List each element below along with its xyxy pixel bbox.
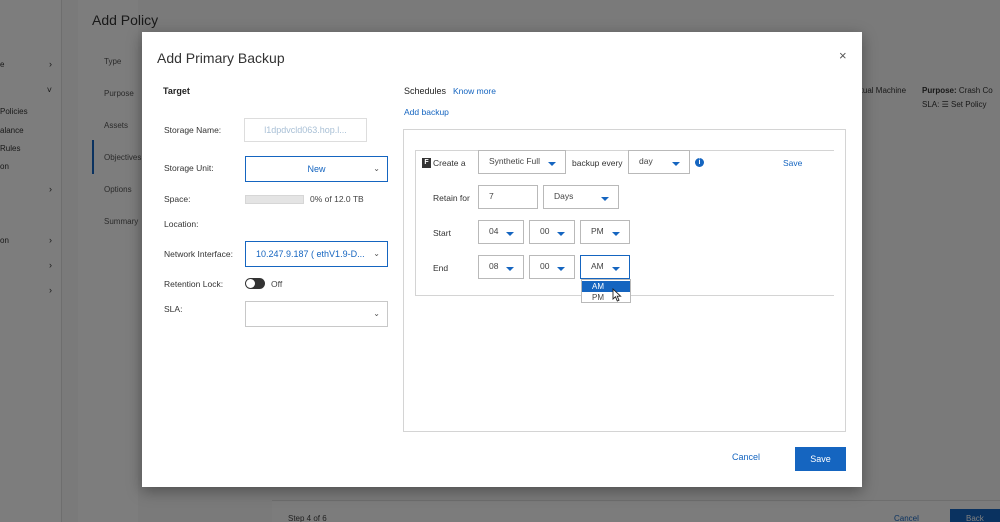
- storage-unit-value: New: [307, 164, 326, 174]
- retain-value-input[interactable]: 7: [478, 185, 538, 209]
- schedule-divider: [415, 150, 416, 296]
- caret-down-icon: [672, 162, 680, 166]
- retention-lock-state: Off: [271, 279, 283, 289]
- create-label: Create a: [433, 158, 466, 168]
- add-backup-link[interactable]: Add backup: [404, 107, 449, 117]
- save-button[interactable]: Save: [795, 447, 846, 471]
- start-ampm-value: PM: [591, 226, 604, 236]
- end-label: End: [433, 263, 449, 273]
- retention-lock-label: Retention Lock:: [164, 279, 224, 289]
- chevron-down-icon: ⌄: [373, 164, 380, 173]
- frequency-select[interactable]: day: [628, 150, 690, 174]
- retention-lock-toggle[interactable]: [245, 278, 265, 289]
- caret-down-icon: [601, 197, 609, 201]
- start-label: Start: [433, 228, 451, 238]
- network-interface-select[interactable]: 10.247.9.187 ( ethV1.9-D... ⌄: [245, 241, 388, 267]
- backup-type-value: Synthetic Full: [489, 156, 541, 166]
- caret-down-icon: [506, 232, 514, 236]
- storage-unit-select[interactable]: New ⌄: [245, 156, 388, 182]
- end-ampm-value: AM: [591, 261, 604, 271]
- close-icon[interactable]: ×: [839, 48, 847, 63]
- add-primary-backup-dialog: Add Primary Backup × Target Storage Name…: [142, 32, 862, 487]
- start-hour-value: 04: [489, 226, 499, 236]
- start-minute-select[interactable]: 00: [529, 220, 575, 244]
- retain-value: 7: [489, 191, 494, 201]
- space-label: Space:: [164, 194, 191, 204]
- retain-label: Retain for: [433, 193, 470, 203]
- backup-every-label: backup every: [572, 158, 623, 168]
- end-minute-value: 00: [540, 261, 550, 271]
- ampm-dropdown-list: AM PM: [581, 279, 631, 303]
- backup-type-select[interactable]: Synthetic Full: [478, 150, 566, 174]
- mouse-pointer-icon: [612, 288, 622, 302]
- ampm-option-am[interactable]: AM: [582, 281, 630, 292]
- caret-down-icon: [557, 267, 565, 271]
- end-hour-select[interactable]: 08: [478, 255, 524, 279]
- chevron-down-icon: ⌄: [373, 249, 380, 258]
- caret-down-icon: [612, 267, 620, 271]
- frequency-value: day: [639, 156, 653, 166]
- end-hour-value: 08: [489, 261, 499, 271]
- retain-unit-value: Days: [554, 191, 574, 201]
- storage-name-label: Storage Name:: [164, 125, 222, 135]
- network-interface-value: 10.247.9.187 ( ethV1.9-D...: [256, 249, 365, 259]
- schedules-heading: Schedules: [404, 86, 447, 96]
- storage-unit-label: Storage Unit:: [164, 163, 214, 173]
- sla-label: SLA:: [164, 304, 183, 314]
- cancel-button[interactable]: Cancel: [732, 452, 760, 462]
- network-interface-label: Network Interface:: [164, 249, 233, 259]
- storage-name-value: l1dpdvcld063.hop.l...: [264, 125, 347, 135]
- start-hour-select[interactable]: 04: [478, 220, 524, 244]
- dialog-title: Add Primary Backup: [157, 50, 285, 66]
- space-usage-bar: [245, 195, 304, 204]
- ampm-option-pm[interactable]: PM: [582, 292, 630, 303]
- caret-down-icon: [612, 232, 620, 236]
- retain-unit-select[interactable]: Days: [543, 185, 619, 209]
- full-backup-icon: F: [422, 158, 431, 168]
- sla-select[interactable]: ⌄: [245, 301, 388, 327]
- target-heading: Target: [163, 86, 190, 96]
- info-icon[interactable]: i: [695, 158, 704, 167]
- start-ampm-select[interactable]: PM: [580, 220, 630, 244]
- end-minute-select[interactable]: 00: [529, 255, 575, 279]
- know-more-link[interactable]: Know more: [453, 86, 496, 96]
- caret-down-icon: [506, 267, 514, 271]
- end-ampm-select[interactable]: AM: [580, 255, 630, 279]
- chevron-down-icon: ⌄: [373, 309, 380, 318]
- storage-name-field: l1dpdvcld063.hop.l...: [244, 118, 367, 142]
- space-usage-text: 0% of 12.0 TB: [310, 194, 364, 204]
- caret-down-icon: [548, 162, 556, 166]
- location-label: Location:: [164, 219, 199, 229]
- start-minute-value: 00: [540, 226, 550, 236]
- save-schedule-link[interactable]: Save: [783, 158, 802, 168]
- caret-down-icon: [557, 232, 565, 236]
